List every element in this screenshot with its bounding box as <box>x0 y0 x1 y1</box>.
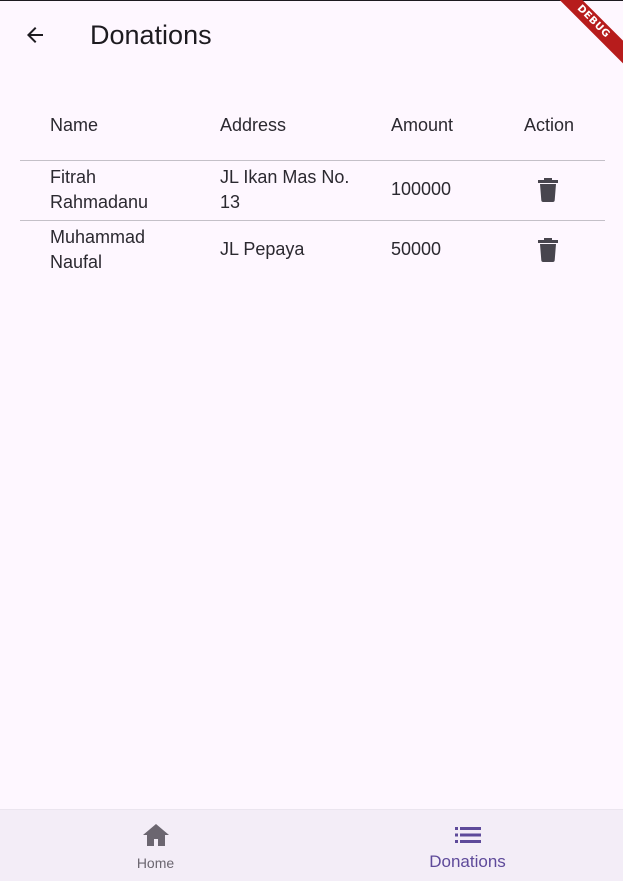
table-header: Name Address Amount Action <box>20 89 605 161</box>
trash-icon <box>538 178 558 202</box>
cell-amount: 50000 <box>391 239 442 259</box>
cell-amount: 100000 <box>391 179 452 199</box>
header-amount: Amount <box>391 115 454 135</box>
cell-address: JL Ikan Mas No. 13 <box>220 167 350 212</box>
trash-icon <box>538 238 558 262</box>
header-address: Address <box>220 115 287 135</box>
table-row: Muhammad Naufal JL Pepaya 50000 <box>20 221 605 280</box>
delete-button[interactable] <box>537 177 559 203</box>
header-action: Action <box>524 115 575 135</box>
cell-address: JL Pepaya <box>220 239 305 259</box>
nav-item-home[interactable]: Home <box>0 810 311 881</box>
back-button[interactable] <box>15 15 55 55</box>
nav-item-donations[interactable]: Donations <box>312 810 623 881</box>
bottom-navigation: Home Donations <box>0 809 623 881</box>
nav-item-donations-label: Donations <box>429 852 506 871</box>
cell-name: Muhammad Naufal <box>50 227 146 272</box>
delete-button[interactable] <box>537 237 559 263</box>
table-row: Fitrah Rahmadanu JL Ikan Mas No. 13 1000… <box>20 161 605 221</box>
cell-name: Fitrah Rahmadanu <box>50 167 149 212</box>
header-name: Name <box>50 115 99 135</box>
home-icon <box>142 824 169 846</box>
page-title: Donations <box>90 20 212 50</box>
arrow-back-icon <box>27 27 43 43</box>
list-icon <box>454 827 481 843</box>
app-bar: Donations <box>0 1 623 67</box>
donations-table: Name Address Amount Action Fitrah Rahmad… <box>20 89 605 280</box>
nav-item-home-label: Home <box>136 855 175 871</box>
